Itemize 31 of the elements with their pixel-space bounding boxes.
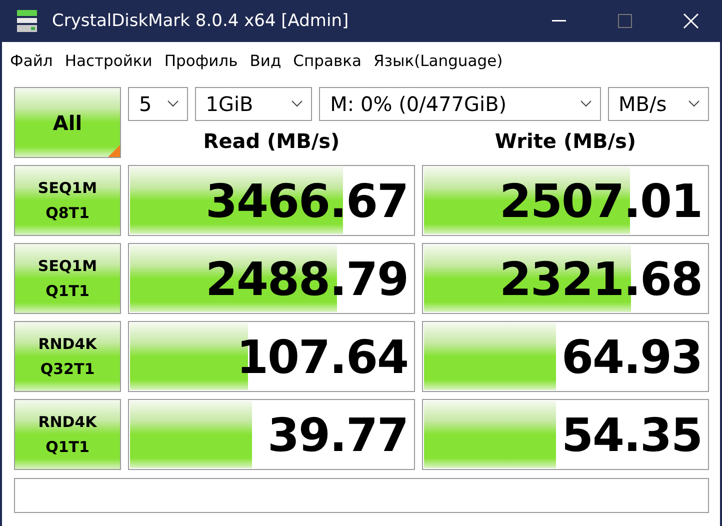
app-icon <box>14 8 40 34</box>
column-header: Write (MB/s) <box>494 129 638 153</box>
result-value: 39.77 <box>267 406 408 464</box>
dropdown[interactable]: 5 <box>128 87 188 121</box>
all-button[interactable]: All <box>14 87 121 158</box>
menu-item[interactable]: Настройки <box>58 52 158 70</box>
menu-item[interactable]: Профиль <box>158 52 244 70</box>
comment-field[interactable] <box>14 478 709 513</box>
window-title: CrystalDiskMark 8.0.4 x64 [Admin] <box>52 11 350 31</box>
test-button[interactable]: SEQ1M Q8T1 <box>14 165 121 236</box>
menu-item[interactable]: Вид <box>244 52 288 70</box>
chevron-down-icon <box>688 100 700 108</box>
test-button[interactable]: RND4K Q32T1 <box>14 321 121 392</box>
result-value: 54.35 <box>561 406 702 464</box>
result-value: 64.93 <box>561 328 702 386</box>
maximize-icon <box>618 14 632 28</box>
menu-item[interactable]: Язык(Language) <box>367 52 509 70</box>
test-button[interactable]: SEQ1M Q1T1 <box>14 243 121 314</box>
chevron-down-icon <box>580 100 592 108</box>
dropdown[interactable]: 1GiB <box>194 87 312 121</box>
dropdown[interactable]: MB/s <box>608 87 709 121</box>
test-button[interactable]: RND4K Q1T1 <box>14 399 121 470</box>
chevron-down-icon <box>166 100 179 108</box>
corner-triangle-icon <box>108 145 120 157</box>
column-header: Read (MB/s) <box>202 129 341 153</box>
minimize-icon <box>552 20 566 22</box>
close-icon <box>683 13 699 29</box>
menu-item[interactable]: Справка <box>287 52 368 70</box>
menu-item[interactable]: Файл <box>4 52 59 70</box>
dropdown[interactable]: M: 0% (0/477GiB) <box>319 87 600 121</box>
chevron-down-icon <box>291 100 304 108</box>
